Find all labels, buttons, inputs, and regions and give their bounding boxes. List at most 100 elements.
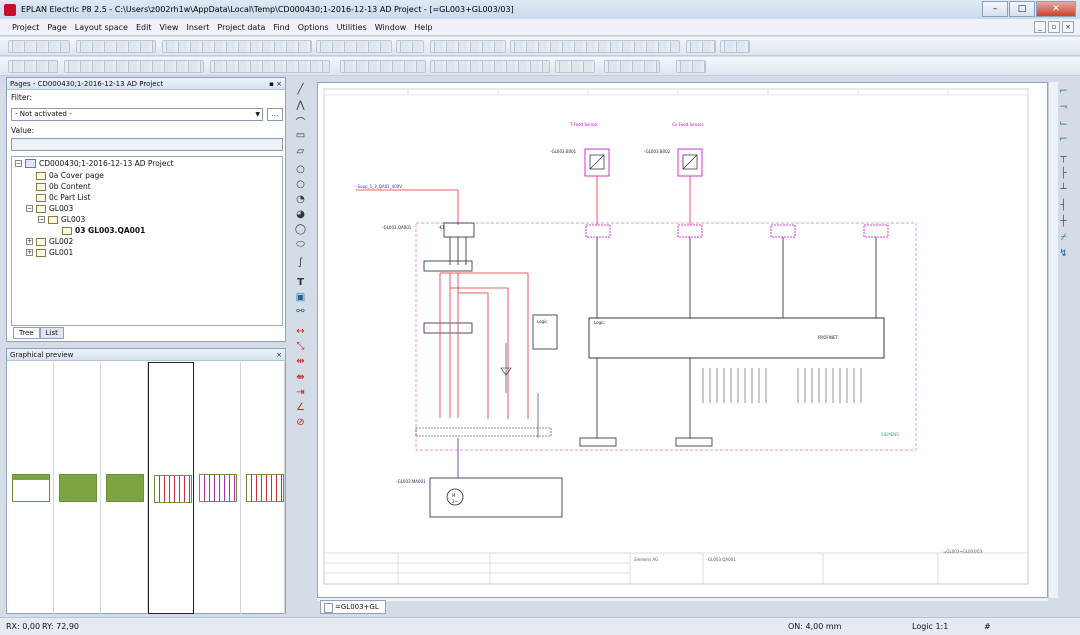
- menu-project[interactable]: Project: [8, 23, 43, 32]
- eplan-logo-icon: [4, 3, 16, 16]
- status-hash: #: [984, 622, 991, 631]
- menu-find[interactable]: Find: [269, 23, 293, 32]
- radius-dimension-icon[interactable]: ⊘: [292, 415, 309, 430]
- chain-dimension-icon[interactable]: ⇹: [292, 354, 309, 369]
- device-tools[interactable]: [430, 60, 550, 73]
- mdi-minimize-button[interactable]: _: [1034, 21, 1046, 33]
- filter-dropdown[interactable]: - Not activated - ▼: [11, 108, 263, 121]
- preview-thumbnail[interactable]: [241, 362, 285, 614]
- image-tool-icon[interactable]: ▣: [292, 290, 309, 305]
- ellipse2-tool-icon[interactable]: ⬭: [292, 237, 309, 252]
- polygon-tool-icon[interactable]: ▱: [292, 144, 309, 159]
- menu-edit[interactable]: Edit: [132, 23, 156, 32]
- arc-tool-icon[interactable]: ◔: [292, 192, 309, 207]
- status-logic: Logic 1:1: [912, 622, 949, 631]
- hyperlink-tool-icon[interactable]: ⚯: [292, 304, 309, 319]
- minimize-button[interactable]: –: [982, 1, 1008, 17]
- tree-item-qa001[interactable]: 03 GL003.QA001: [62, 226, 145, 235]
- tree-item-content[interactable]: 0b Content: [36, 182, 91, 191]
- tree-item-gl003-location[interactable]: − GL003: [38, 215, 85, 224]
- menu-view[interactable]: View: [155, 23, 182, 32]
- connection-tools[interactable]: [340, 60, 426, 73]
- panel-close-icon[interactable]: ▪ ×: [269, 78, 282, 90]
- preview-thumbnail-selected[interactable]: [148, 362, 194, 614]
- title-bar: EPLAN Electric P8 2.5 - C:\Users\z002rh1…: [0, 0, 1080, 19]
- breaker-symbol[interactable]: [443, 222, 475, 238]
- grid-tools[interactable]: [430, 40, 506, 53]
- ellipse-tool-icon[interactable]: ◯: [292, 222, 309, 237]
- page-tree: − CD000430;1-2016-12-13 AD Project 0a Cov…: [11, 156, 283, 326]
- circle3p-tool-icon[interactable]: ○: [292, 177, 309, 192]
- menu-insert[interactable]: Insert: [182, 23, 213, 32]
- tree-item-gl003[interactable]: − GL003: [26, 204, 73, 213]
- symbol-tools[interactable]: [64, 60, 204, 73]
- tab-tree[interactable]: Tree: [13, 327, 40, 339]
- angle-dimension-icon[interactable]: ∠: [292, 400, 309, 415]
- navigate-tools[interactable]: [396, 40, 424, 53]
- arc2-tool-icon[interactable]: ◕: [292, 207, 309, 222]
- dimension-tool-icon[interactable]: ↔: [292, 324, 309, 339]
- edit-tools[interactable]: [76, 40, 156, 53]
- collapse-icon[interactable]: −: [15, 160, 22, 167]
- sensor1-box[interactable]: [584, 148, 610, 177]
- spline-tool-icon[interactable]: ∫: [292, 255, 309, 270]
- tree-item-cover-page[interactable]: 0a Cover page: [36, 171, 104, 180]
- panel-close-icon[interactable]: ×: [276, 349, 282, 361]
- motor-box[interactable]: [429, 477, 563, 518]
- preview-thumbnail[interactable]: [194, 362, 241, 614]
- preview-strip: [7, 362, 285, 614]
- preview-thumbnail[interactable]: [7, 362, 54, 614]
- mdi-restore-button[interactable]: ▫: [1048, 21, 1060, 33]
- tree-item-gl002[interactable]: + GL002: [26, 237, 73, 246]
- menu-options[interactable]: Options: [294, 23, 333, 32]
- schematic-canvas[interactable]: T-Feed Sensor Cu-Feed Sensor -GL003.B001…: [317, 82, 1048, 598]
- horizontal-scrollbar[interactable]: [317, 598, 1048, 601]
- file-tools[interactable]: [8, 40, 70, 53]
- menu-help[interactable]: Help: [410, 23, 436, 32]
- cart-tools[interactable]: [720, 40, 750, 53]
- mdi-close-button[interactable]: ×: [1062, 21, 1074, 33]
- vertical-scrollbar[interactable]: [1048, 82, 1058, 598]
- menu-window[interactable]: Window: [371, 23, 411, 32]
- sensor2-box[interactable]: [677, 148, 703, 177]
- zoom-tools[interactable]: [316, 40, 392, 53]
- placement-tools[interactable]: [604, 60, 660, 73]
- tree-item-part-list[interactable]: 0c Part List: [36, 193, 91, 202]
- menu-page[interactable]: Page: [43, 23, 70, 32]
- expand-icon[interactable]: +: [26, 249, 33, 256]
- preview-thumbnail[interactable]: [54, 362, 101, 614]
- tree-item-project[interactable]: − CD000430;1-2016-12-13 AD Project: [15, 159, 174, 168]
- polyline-tool-icon[interactable]: ⋀: [292, 98, 309, 113]
- view-tools[interactable]: [510, 40, 680, 53]
- circle-tool-icon[interactable]: ○: [292, 162, 309, 177]
- chevron-down-icon: ▼: [255, 111, 260, 118]
- value-field[interactable]: [11, 138, 283, 151]
- menu-utilities[interactable]: Utilities: [333, 23, 371, 32]
- page-tools[interactable]: [8, 60, 58, 73]
- tab-list[interactable]: List: [39, 327, 64, 339]
- rectangle-tool-icon[interactable]: ▭: [292, 128, 309, 143]
- baseline-dimension-icon[interactable]: ⇥: [292, 385, 309, 400]
- pointer-tools[interactable]: [676, 60, 706, 73]
- select-tools[interactable]: [686, 40, 716, 53]
- maximize-button[interactable]: □: [1009, 1, 1035, 17]
- tree-item-gl001[interactable]: + GL001: [26, 248, 73, 257]
- expand-icon[interactable]: +: [26, 238, 33, 245]
- close-button[interactable]: ✕: [1036, 1, 1076, 17]
- menu-layout-space[interactable]: Layout space: [71, 23, 132, 32]
- insert-tools[interactable]: [210, 60, 330, 73]
- macro-tools[interactable]: [555, 60, 595, 73]
- undo-tools[interactable]: [162, 40, 312, 53]
- preview-thumbnail[interactable]: [101, 362, 148, 614]
- text-tool-icon[interactable]: T: [292, 275, 309, 290]
- collapse-icon[interactable]: −: [26, 205, 33, 212]
- collapse-icon[interactable]: −: [38, 216, 45, 223]
- curve-tool-icon[interactable]: ⌒: [292, 114, 309, 129]
- aligned-dimension-icon[interactable]: ⤡: [292, 339, 309, 354]
- filter-browse-button[interactable]: ...: [267, 108, 283, 121]
- line-tool-icon[interactable]: ╱: [292, 82, 309, 97]
- plc-module[interactable]: [588, 317, 885, 359]
- menu-project-data[interactable]: Project data: [213, 23, 269, 32]
- increment-dimension-icon[interactable]: ⇼: [292, 370, 309, 385]
- document-tab[interactable]: =GL003+GL: [320, 600, 386, 614]
